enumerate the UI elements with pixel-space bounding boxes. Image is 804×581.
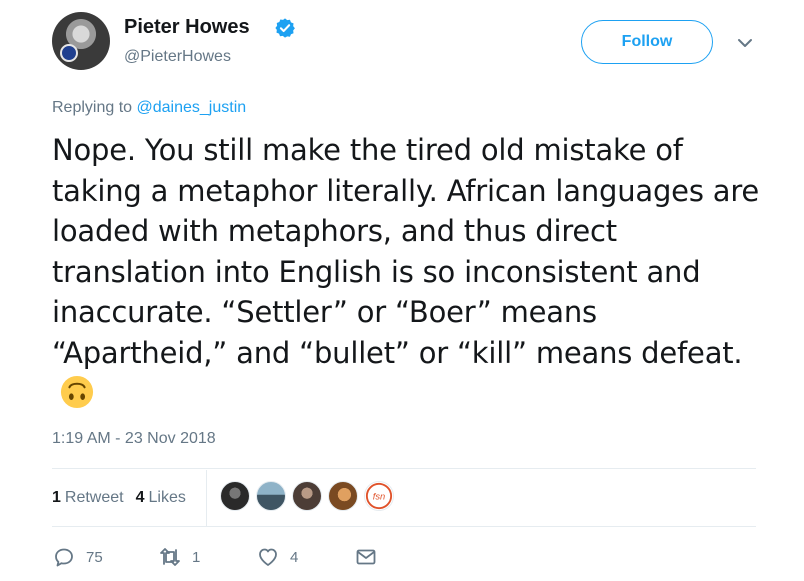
likes-stat-count: 4 — [135, 489, 145, 506]
retweet-icon — [160, 548, 180, 566]
retweet-button[interactable]: 1 — [158, 545, 256, 569]
tweet-body: Nope. You still make the tired old mista… — [52, 133, 760, 370]
svg-text:fsn: fsn — [373, 492, 385, 502]
retweet-stat-label: Retweet — [64, 489, 124, 506]
liker-avatar-3[interactable] — [292, 481, 322, 511]
reply-count: 75 — [86, 548, 103, 566]
direct-message-button[interactable] — [354, 545, 378, 569]
reply-icon — [55, 548, 73, 567]
replying-to-line: Replying to @daines_justin — [52, 99, 246, 117]
tweet-stats: 1 Retweet 4 Likes — [52, 470, 198, 526]
upside-down-face-emoji-icon — [60, 375, 94, 409]
retweet-stat[interactable]: 1 Retweet — [52, 489, 124, 507]
liker-avatar-1[interactable] — [220, 481, 250, 511]
reply-button[interactable]: 75 — [52, 545, 158, 569]
author-avatar[interactable] — [52, 12, 110, 70]
replying-prefix: Replying to — [52, 99, 137, 116]
tweet-text: Nope. You still make the tired old mista… — [52, 130, 762, 414]
author-handle[interactable]: @PieterHowes — [124, 48, 231, 66]
stats-divider-bottom — [52, 526, 756, 527]
heart-icon — [259, 548, 277, 566]
likers-avatars: fsn — [220, 481, 400, 511]
like-button[interactable]: 4 — [256, 545, 354, 569]
stats-separator — [206, 470, 207, 526]
tweet-timestamp[interactable]: 1:19 AM - 23 Nov 2018 — [52, 430, 216, 448]
tweet-actions: 75 1 4 — [52, 540, 378, 574]
chevron-down-icon[interactable] — [736, 36, 754, 50]
like-count: 4 — [290, 548, 299, 566]
likes-stat[interactable]: 4 Likes — [136, 489, 186, 507]
avatar-badge-icon — [60, 44, 78, 62]
replying-to-link[interactable]: @daines_justin — [137, 99, 247, 116]
author-name[interactable]: Pieter Howes — [124, 16, 250, 39]
verified-badge-icon — [275, 18, 295, 38]
retweet-stat-count: 1 — [52, 489, 61, 506]
stats-divider-top — [52, 468, 756, 469]
follow-button[interactable]: Follow — [581, 20, 713, 64]
liker-avatar-2[interactable] — [256, 481, 286, 511]
liker-avatar-4[interactable] — [328, 481, 358, 511]
likes-stat-label: Likes — [148, 489, 186, 506]
envelope-icon — [356, 549, 376, 565]
retweet-count: 1 — [192, 548, 201, 566]
liker-avatar-fsn[interactable]: fsn — [364, 481, 394, 511]
